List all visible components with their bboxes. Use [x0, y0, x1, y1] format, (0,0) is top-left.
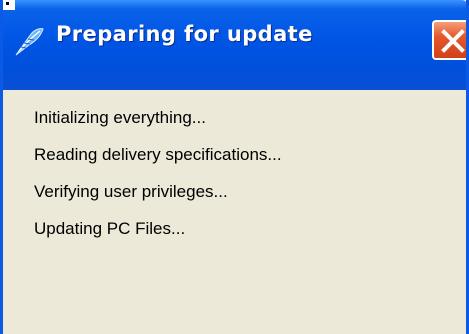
close-icon	[441, 29, 465, 53]
status-line-initializing: Initializing everything...	[34, 108, 206, 127]
status-line-updating-files: Updating PC Files...	[34, 219, 186, 238]
status-line-reading-specs: Reading delivery specifications...	[34, 145, 282, 164]
update-dialog: Preparing for update Initializing everyt…	[0, 0, 469, 334]
close-button[interactable]	[432, 20, 466, 60]
window-title: Preparing for update	[56, 22, 313, 46]
quill-feather-icon	[13, 26, 45, 58]
status-line-verifying: Verifying user privileges...	[34, 182, 228, 201]
title-bar[interactable]: Preparing for update	[3, 0, 466, 90]
status-panel: Initializing everything... Reading deliv…	[3, 90, 466, 334]
window-corner	[3, 0, 15, 10]
